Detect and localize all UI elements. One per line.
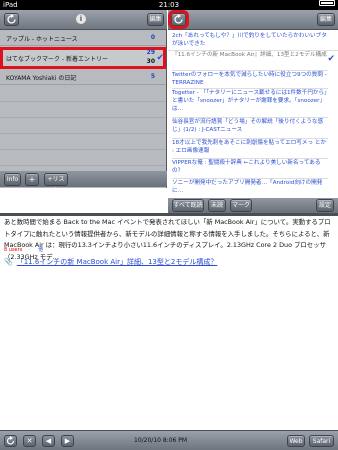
- feed-count: 5: [150, 73, 155, 80]
- entry-item[interactable]: Twitterのフォローを本気で減らしたい時に役立つ9つの質問 - TERRAZ…: [172, 70, 328, 87]
- add-list-button[interactable]: +リスト: [44, 173, 68, 194]
- unread-button[interactable]: 未読: [208, 199, 226, 212]
- right-footer: すべて既読 未読 マーク 設定: [168, 198, 338, 213]
- mark-button[interactable]: マーク: [230, 199, 252, 212]
- other-link[interactable]: 他: [38, 247, 43, 253]
- feed-label: KOYAMA Yoshiaki の日記: [6, 75, 77, 82]
- bottom-toolbar: ✕ ◀ ▶ 10/20/10 8:06 PM Web Safari: [0, 430, 338, 450]
- feed-list: アップル - ホットニュース 0 はてなブックマーク - 新着エントリー 29 …: [0, 30, 167, 188]
- entry-list: 2ch「あれってもしや？」川で釣りをしていたらかわいいブタが泳いできた 『11.…: [168, 30, 338, 195]
- entry-item[interactable]: ソニーが開発中だったアプリ開発者…「Android向けの開発に…: [172, 178, 328, 195]
- settings-button[interactable]: 設定: [316, 199, 334, 212]
- left-footer: Info + +リスト: [0, 171, 167, 194]
- feed-item-selected[interactable]: はてなブックマーク - 新着エントリー 29 30 ✔: [0, 47, 166, 69]
- entry-date: 10/20/10 8:06 PM: [134, 437, 188, 444]
- refresh-icon: [174, 14, 183, 24]
- related-link[interactable]: 📎 「11.6インチの新 MacBook Air」詳細、13型と2モデル構成？: [4, 257, 217, 267]
- entry-item[interactable]: Togetter - 「「ナタリーにニュース載せるには1件数千円から」と書いた「…: [172, 88, 328, 113]
- entry-item[interactable]: 18才以上で我先刺をあそこに刺創傷を貼ってエロ写メっ とか : エロ画像速報: [172, 138, 328, 155]
- users-count[interactable]: 8 users: [4, 247, 22, 253]
- web-button[interactable]: Web: [287, 435, 305, 447]
- safari-button[interactable]: Safari: [309, 435, 334, 447]
- info-button[interactable]: Info: [4, 173, 21, 186]
- refresh-feeds-button[interactable]: [4, 13, 19, 26]
- entry-item[interactable]: VIPPERな俺 : 聖闘殺十辞典 ←これより美しい新名ってあるの？: [172, 158, 328, 175]
- right-edit-button[interactable]: 編集: [317, 13, 335, 26]
- entry-item-read: 『11.6インチの新 MacBook Air』詳細、13型と2モデル構成: [172, 52, 327, 58]
- mark-all-read-button[interactable]: すべて既読: [172, 199, 204, 212]
- feed-label: アップル - ホットニュース: [6, 36, 78, 43]
- entry-item[interactable]: 仙谷長官が流行語賞「どう場」その解説「後り付くような感じ」(1/2) : J-C…: [172, 117, 328, 134]
- status-bar: iPad 21:03: [0, 0, 338, 10]
- entry-item-row[interactable]: 『11.6インチの新 MacBook Air』詳細、13型と2モデル構成 ✔: [168, 50, 338, 68]
- bookmark-tags: 8 users 他: [4, 246, 43, 253]
- left-edit-button[interactable]: 編集: [147, 13, 164, 26]
- battery-icon: [319, 0, 335, 6]
- entry-item[interactable]: 2ch「あれってもしや？」川で釣りをしていたらかわいいブタが泳いできた: [172, 32, 328, 48]
- feed-item[interactable]: KOYAMA Yoshiaki の日記 5: [0, 69, 166, 85]
- info-icon[interactable]: i: [76, 14, 86, 24]
- checkmark-icon: ✔: [327, 54, 335, 64]
- right-toolbar: 編集: [168, 10, 338, 30]
- left-toolbar: i 編集: [0, 10, 167, 30]
- stop-button[interactable]: ✕: [23, 435, 36, 447]
- feed-new-count: 29: [146, 49, 155, 56]
- related-link-text: 「11.6インチの新 MacBook Air」詳細、13型と2モデル構成？: [16, 258, 218, 266]
- checkmark-icon: ✔: [156, 53, 164, 63]
- back-button[interactable]: ◀: [42, 435, 55, 447]
- feed-item[interactable]: アップル - ホットニュース 0: [0, 30, 166, 46]
- pane-divider[interactable]: [0, 213, 338, 216]
- refresh-icon: [6, 436, 15, 445]
- paperclip-icon: 📎: [4, 258, 13, 266]
- refresh-entries-button[interactable]: [168, 10, 189, 29]
- clock: 21:03: [158, 1, 180, 9]
- add-button[interactable]: +: [25, 173, 39, 186]
- forward-button[interactable]: ▶: [61, 435, 74, 447]
- arrow-right-icon: ▶: [64, 437, 71, 445]
- arrow-left-icon: ◀: [45, 437, 52, 445]
- feed-label: はてなブックマーク - 新着エントリー: [6, 56, 108, 63]
- reload-button[interactable]: [4, 435, 17, 447]
- refresh-icon: [7, 14, 16, 24]
- close-icon: ✕: [26, 437, 33, 445]
- feed-total-count: 30: [146, 58, 155, 65]
- feed-count: 0: [150, 34, 155, 41]
